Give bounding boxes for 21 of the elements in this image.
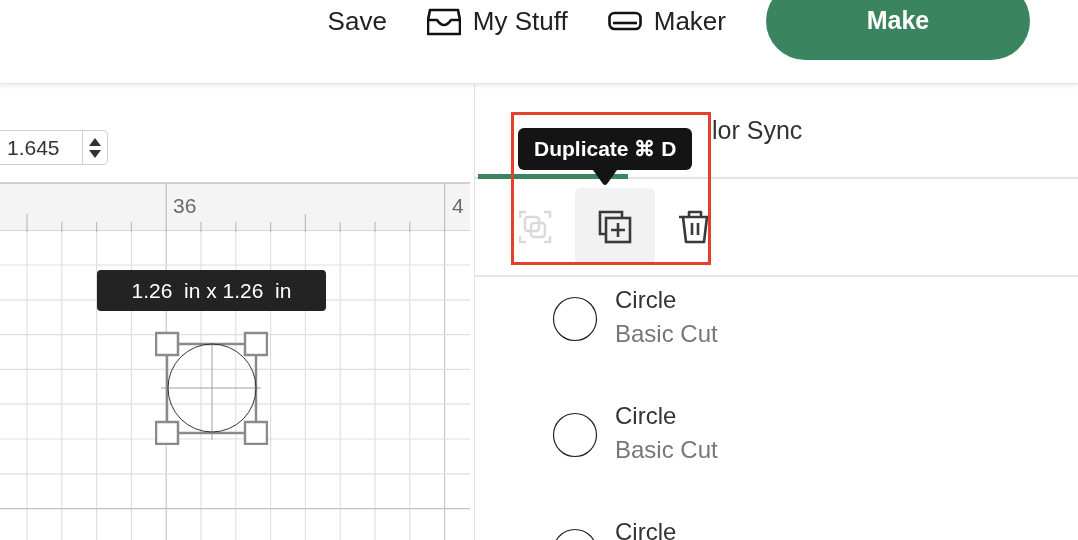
- circle-layer-icon: [552, 412, 598, 458]
- tooltip-pointer-icon: [593, 170, 618, 186]
- duplicate-button[interactable]: [575, 188, 655, 265]
- stepper-icon: [88, 136, 102, 159]
- size-tooltip: 1.26 in x 1.26 in: [97, 270, 326, 311]
- layer-name: Circle: [615, 517, 677, 540]
- ruler-label: 4: [452, 193, 464, 219]
- combine-icon: [518, 209, 552, 244]
- header-link[interactable]: Maker: [607, 4, 726, 38]
- layer-name: Circle: [615, 401, 678, 431]
- duplicate-icon: [598, 209, 632, 244]
- number-field[interactable]: 1.645: [0, 130, 108, 165]
- header-link[interactable]: My Stuff: [426, 4, 568, 38]
- make-button[interactable]: Make: [766, 0, 1030, 60]
- layer-operation: Basic Cut: [615, 319, 718, 349]
- inbox-icon: [426, 6, 461, 36]
- ruler-label: 36: [173, 193, 197, 219]
- layer-name: Circle: [615, 285, 678, 315]
- circle-layer-icon: [552, 296, 598, 342]
- layer-operation: Basic Cut: [615, 435, 718, 465]
- header-link[interactable]: Save: [327, 4, 387, 38]
